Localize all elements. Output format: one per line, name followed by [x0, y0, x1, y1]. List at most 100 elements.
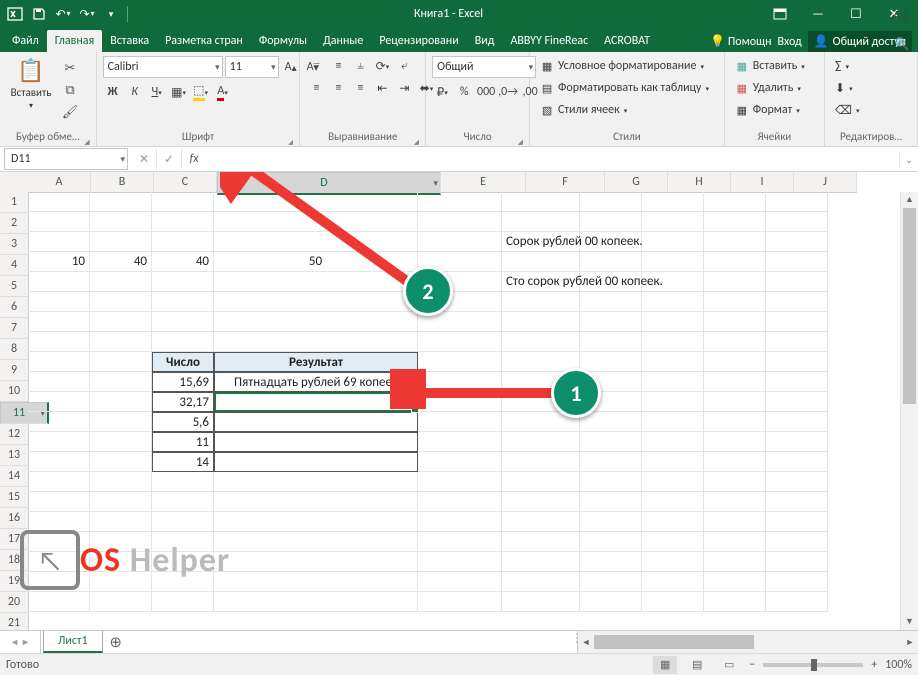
row-header-16[interactable]: 16 — [0, 508, 29, 529]
save-icon[interactable] — [28, 3, 50, 25]
zoom-slider[interactable] — [763, 663, 863, 667]
tab-abbyy[interactable]: ABBYY FineReac — [502, 30, 596, 52]
scroll-down-icon[interactable]: ▼ — [901, 614, 918, 630]
row-header-15[interactable]: 15 — [0, 487, 29, 508]
row-header-21[interactable]: 21 — [0, 613, 29, 630]
tab-acrobat[interactable]: ACROBAT — [596, 30, 658, 52]
bold-button[interactable]: Ж — [103, 82, 123, 102]
italic-button[interactable]: К — [125, 82, 145, 102]
decrease-indent-icon[interactable]: ⇤ — [372, 78, 392, 98]
cell-F5[interactable]: Сто сорок рублей 00 копеек. — [502, 272, 766, 292]
row-header-1[interactable]: 1 — [0, 192, 29, 213]
hscroll-thumb[interactable] — [594, 635, 754, 649]
wrap-text-icon[interactable]: ⤶ — [394, 56, 414, 76]
font-size-select[interactable]: 11 — [225, 56, 279, 78]
percent-icon[interactable]: % — [454, 82, 474, 102]
align-right-icon[interactable]: ≡ — [350, 78, 370, 98]
row-header-10[interactable]: 10 — [0, 381, 29, 402]
currency-icon[interactable]: ₽▾ — [432, 82, 452, 102]
cell-D9[interactable]: Результат — [214, 352, 418, 372]
cell-C10[interactable]: 15,69 — [152, 372, 214, 392]
tab-home[interactable]: Главная — [47, 30, 102, 52]
cell-B4[interactable]: 40 — [90, 252, 152, 272]
cell-C4[interactable]: 40 — [152, 252, 214, 272]
tab-insert[interactable]: Вставка — [102, 30, 157, 52]
name-box[interactable]: D11 — [4, 148, 128, 170]
format-as-table-button[interactable]: ▤Форматировать как таблицу▾ — [536, 78, 713, 98]
new-sheet-button[interactable]: ⊕ — [103, 631, 129, 653]
comma-icon[interactable]: 000 — [476, 82, 496, 102]
qat-customize-icon[interactable]: ▾ — [100, 3, 122, 25]
row-header-4[interactable]: 4 — [0, 255, 29, 276]
align-center-icon[interactable]: ≡ — [328, 78, 348, 98]
cell-D12[interactable] — [214, 412, 418, 432]
column-header-C[interactable]: C — [154, 172, 217, 193]
column-header-I[interactable]: I — [731, 172, 794, 193]
undo-icon[interactable]: ↶▾ — [52, 3, 74, 25]
scroll-right-icon[interactable]: ► — [902, 637, 918, 648]
redo-icon[interactable]: ↷▾ — [76, 3, 98, 25]
excel-icon[interactable] — [4, 3, 26, 25]
tab-review[interactable]: Рецензировани — [371, 30, 466, 52]
cell-D4[interactable]: 50 — [214, 252, 418, 272]
horizontal-scrollbar[interactable]: ◄ ► — [577, 631, 918, 653]
paste-button[interactable]: 📋 Вставить ▾ — [6, 56, 56, 111]
row-header-13[interactable]: 13 — [0, 445, 29, 466]
fx-icon[interactable]: fx — [182, 152, 206, 166]
increase-indent-icon[interactable]: ⇥ — [394, 78, 414, 98]
row-header-8[interactable]: 8 — [0, 339, 29, 360]
autosum-button[interactable]: ∑▾ — [831, 56, 853, 76]
align-left-icon[interactable]: ≡ — [306, 78, 326, 98]
formula-input[interactable] — [206, 148, 899, 170]
zoom-in-button[interactable]: + — [871, 658, 877, 672]
conditional-formatting-button[interactable]: ▦Условное форматирование▾ — [536, 56, 708, 76]
maximize-icon[interactable]: ☐ — [842, 3, 870, 25]
delete-cells-button[interactable]: ▦Удалить▾ — [731, 78, 805, 98]
zoom-out-button[interactable]: − — [749, 658, 755, 672]
sheet-nav[interactable]: ◄ ► — [0, 631, 41, 653]
sort-filter-icon[interactable]: A↓ — [892, 6, 912, 26]
font-color-button[interactable]: A▾ — [213, 82, 233, 102]
tab-formulas[interactable]: Формулы — [251, 30, 315, 52]
row-header-7[interactable]: 7 — [0, 318, 29, 339]
row-header-9[interactable]: 9 — [0, 360, 29, 381]
format-cells-button[interactable]: ▦Формат▾ — [731, 100, 804, 120]
cell-styles-button[interactable]: ▧Стили ячеек▾ — [536, 100, 631, 120]
sheet-tab-1[interactable]: Лист1 — [43, 631, 103, 653]
vscroll-thumb[interactable] — [903, 208, 916, 404]
tab-data[interactable]: Данные — [315, 30, 371, 52]
tab-view[interactable]: Вид — [467, 30, 503, 52]
row-header-17[interactable]: 17 — [0, 529, 29, 550]
row-header-20[interactable]: 20 — [0, 592, 29, 613]
tell-me[interactable]: 💡 Помощн — [710, 34, 771, 49]
row-header-19[interactable]: 19 — [0, 571, 29, 592]
cut-icon[interactable]: ✂ — [60, 58, 80, 78]
cell-C13[interactable]: 11 — [152, 432, 214, 452]
scroll-left-icon[interactable]: ◄ — [578, 637, 594, 648]
border-button[interactable]: ▦▾ — [169, 82, 189, 102]
increase-decimal-icon[interactable]: ,0→ — [498, 82, 518, 102]
format-painter-icon[interactable]: 🖌 — [60, 102, 80, 122]
scroll-up-icon[interactable]: ▲ — [901, 192, 918, 208]
row-header-18[interactable]: 18 — [0, 550, 29, 571]
normal-view-icon[interactable]: ▦ — [653, 656, 677, 674]
underline-button[interactable]: Ч▾ — [147, 82, 167, 102]
clear-button[interactable]: ⌫▾ — [831, 100, 863, 120]
expand-formula-bar-icon[interactable]: ⌄ — [899, 153, 918, 166]
column-header-G[interactable]: G — [605, 172, 668, 193]
column-header-B[interactable]: B — [91, 172, 154, 193]
cell-C14[interactable]: 14 — [152, 452, 214, 472]
align-bottom-icon[interactable]: ⫨ — [350, 56, 370, 76]
select-all-corner[interactable] — [0, 172, 29, 193]
column-header-A[interactable]: A — [28, 172, 91, 193]
cell-D10[interactable]: Пятнадцать рублей 69 копеек — [214, 372, 418, 392]
cell-A4[interactable]: 10 — [28, 252, 90, 272]
cell-C11[interactable]: 32,17 — [152, 392, 214, 412]
zoom-level[interactable]: 100% — [885, 658, 912, 672]
column-header-E[interactable]: E — [441, 172, 526, 193]
cell-F3[interactable]: Сорок рублей 00 копеек. — [502, 232, 766, 252]
row-header-14[interactable]: 14 — [0, 466, 29, 487]
vertical-scrollbar[interactable]: ▲ ▼ — [900, 192, 918, 630]
align-middle-icon[interactable]: ≡ — [328, 56, 348, 76]
column-header-H[interactable]: H — [668, 172, 731, 193]
